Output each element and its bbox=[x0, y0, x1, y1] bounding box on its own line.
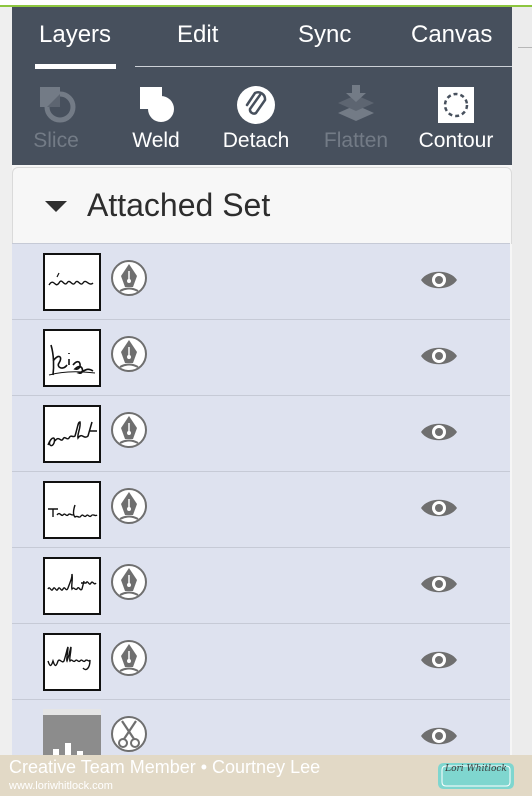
visibility-eye-icon[interactable] bbox=[420, 344, 458, 368]
weld-button[interactable]: Weld bbox=[110, 77, 202, 163]
visibility-eye-icon[interactable] bbox=[420, 496, 458, 520]
attached-set-header[interactable]: Attached Set bbox=[12, 167, 512, 244]
write-pen-icon bbox=[111, 564, 147, 600]
footer-url: www.loriwhitlock.com bbox=[9, 780, 113, 792]
layers-panel: Layers Edit Sync Canvas Slice Weld Detac… bbox=[12, 7, 512, 796]
cut-scissors-icon bbox=[111, 716, 147, 752]
visibility-eye-icon[interactable] bbox=[420, 648, 458, 672]
contour-label: Contour bbox=[418, 129, 494, 152]
detach-button[interactable]: Detach bbox=[210, 77, 302, 163]
detach-icon bbox=[237, 86, 275, 124]
top-accent-line bbox=[0, 0, 532, 7]
footer-credit: Creative Team Member • Courtney Lee bbox=[9, 757, 321, 777]
flatten-label: Flatten bbox=[323, 129, 389, 152]
layer-thumbnail bbox=[43, 329, 101, 387]
write-pen-icon bbox=[111, 336, 147, 372]
watermark-footer: Creative Team Member • Courtney Lee www.… bbox=[0, 755, 532, 796]
layer-row[interactable] bbox=[12, 471, 510, 547]
visibility-eye-icon[interactable] bbox=[420, 572, 458, 596]
ruler-tick bbox=[518, 47, 532, 48]
layer-thumbnail bbox=[43, 557, 101, 615]
collapse-caret-icon[interactable] bbox=[45, 201, 67, 212]
tab-layers[interactable]: Layers bbox=[39, 21, 111, 49]
canvas-edge-left bbox=[0, 7, 12, 796]
layer-thumbnail bbox=[43, 481, 101, 539]
visibility-eye-icon[interactable] bbox=[420, 420, 458, 444]
flatten-button[interactable]: Flatten bbox=[310, 77, 402, 163]
slice-icon bbox=[40, 87, 76, 123]
layer-thumbnail bbox=[43, 253, 101, 311]
write-pen-icon bbox=[111, 488, 147, 524]
tab-sync[interactable]: Sync bbox=[298, 21, 351, 49]
group-title: Attached Set bbox=[87, 187, 271, 223]
contour-icon bbox=[438, 87, 474, 123]
layer-row[interactable] bbox=[12, 319, 510, 395]
tab-canvas[interactable]: Canvas bbox=[411, 21, 492, 49]
weld-label: Weld bbox=[132, 129, 180, 152]
flatten-icon bbox=[338, 85, 374, 121]
tab-divider bbox=[135, 66, 512, 67]
visibility-eye-icon[interactable] bbox=[420, 268, 458, 292]
layer-thumbnail bbox=[43, 633, 101, 691]
detach-label: Detach bbox=[222, 129, 290, 152]
write-pen-icon bbox=[111, 260, 147, 296]
layer-row[interactable] bbox=[12, 243, 510, 319]
active-tab-indicator bbox=[35, 64, 116, 69]
layer-list bbox=[12, 243, 510, 775]
layer-row[interactable] bbox=[12, 547, 510, 623]
layer-toolbar: Slice Weld Detach Flatten Contour bbox=[12, 77, 512, 165]
panel-tabs: Layers Edit Sync Canvas bbox=[12, 7, 512, 75]
canvas-edge-right bbox=[512, 7, 532, 796]
layer-thumbnail bbox=[43, 405, 101, 463]
brand-badge-text: Lori Whitlock bbox=[445, 764, 507, 774]
slice-label: Slice bbox=[33, 129, 79, 152]
visibility-eye-icon[interactable] bbox=[420, 724, 458, 748]
panel-header: Layers Edit Sync Canvas Slice Weld Detac… bbox=[12, 7, 512, 165]
tab-edit[interactable]: Edit bbox=[177, 21, 218, 49]
layer-row[interactable] bbox=[12, 623, 510, 699]
slice-button[interactable]: Slice bbox=[12, 77, 102, 163]
write-pen-icon bbox=[111, 412, 147, 448]
layer-row[interactable] bbox=[12, 395, 510, 471]
contour-button[interactable]: Contour bbox=[410, 77, 502, 163]
weld-icon bbox=[140, 87, 174, 122]
write-pen-icon bbox=[111, 640, 147, 676]
